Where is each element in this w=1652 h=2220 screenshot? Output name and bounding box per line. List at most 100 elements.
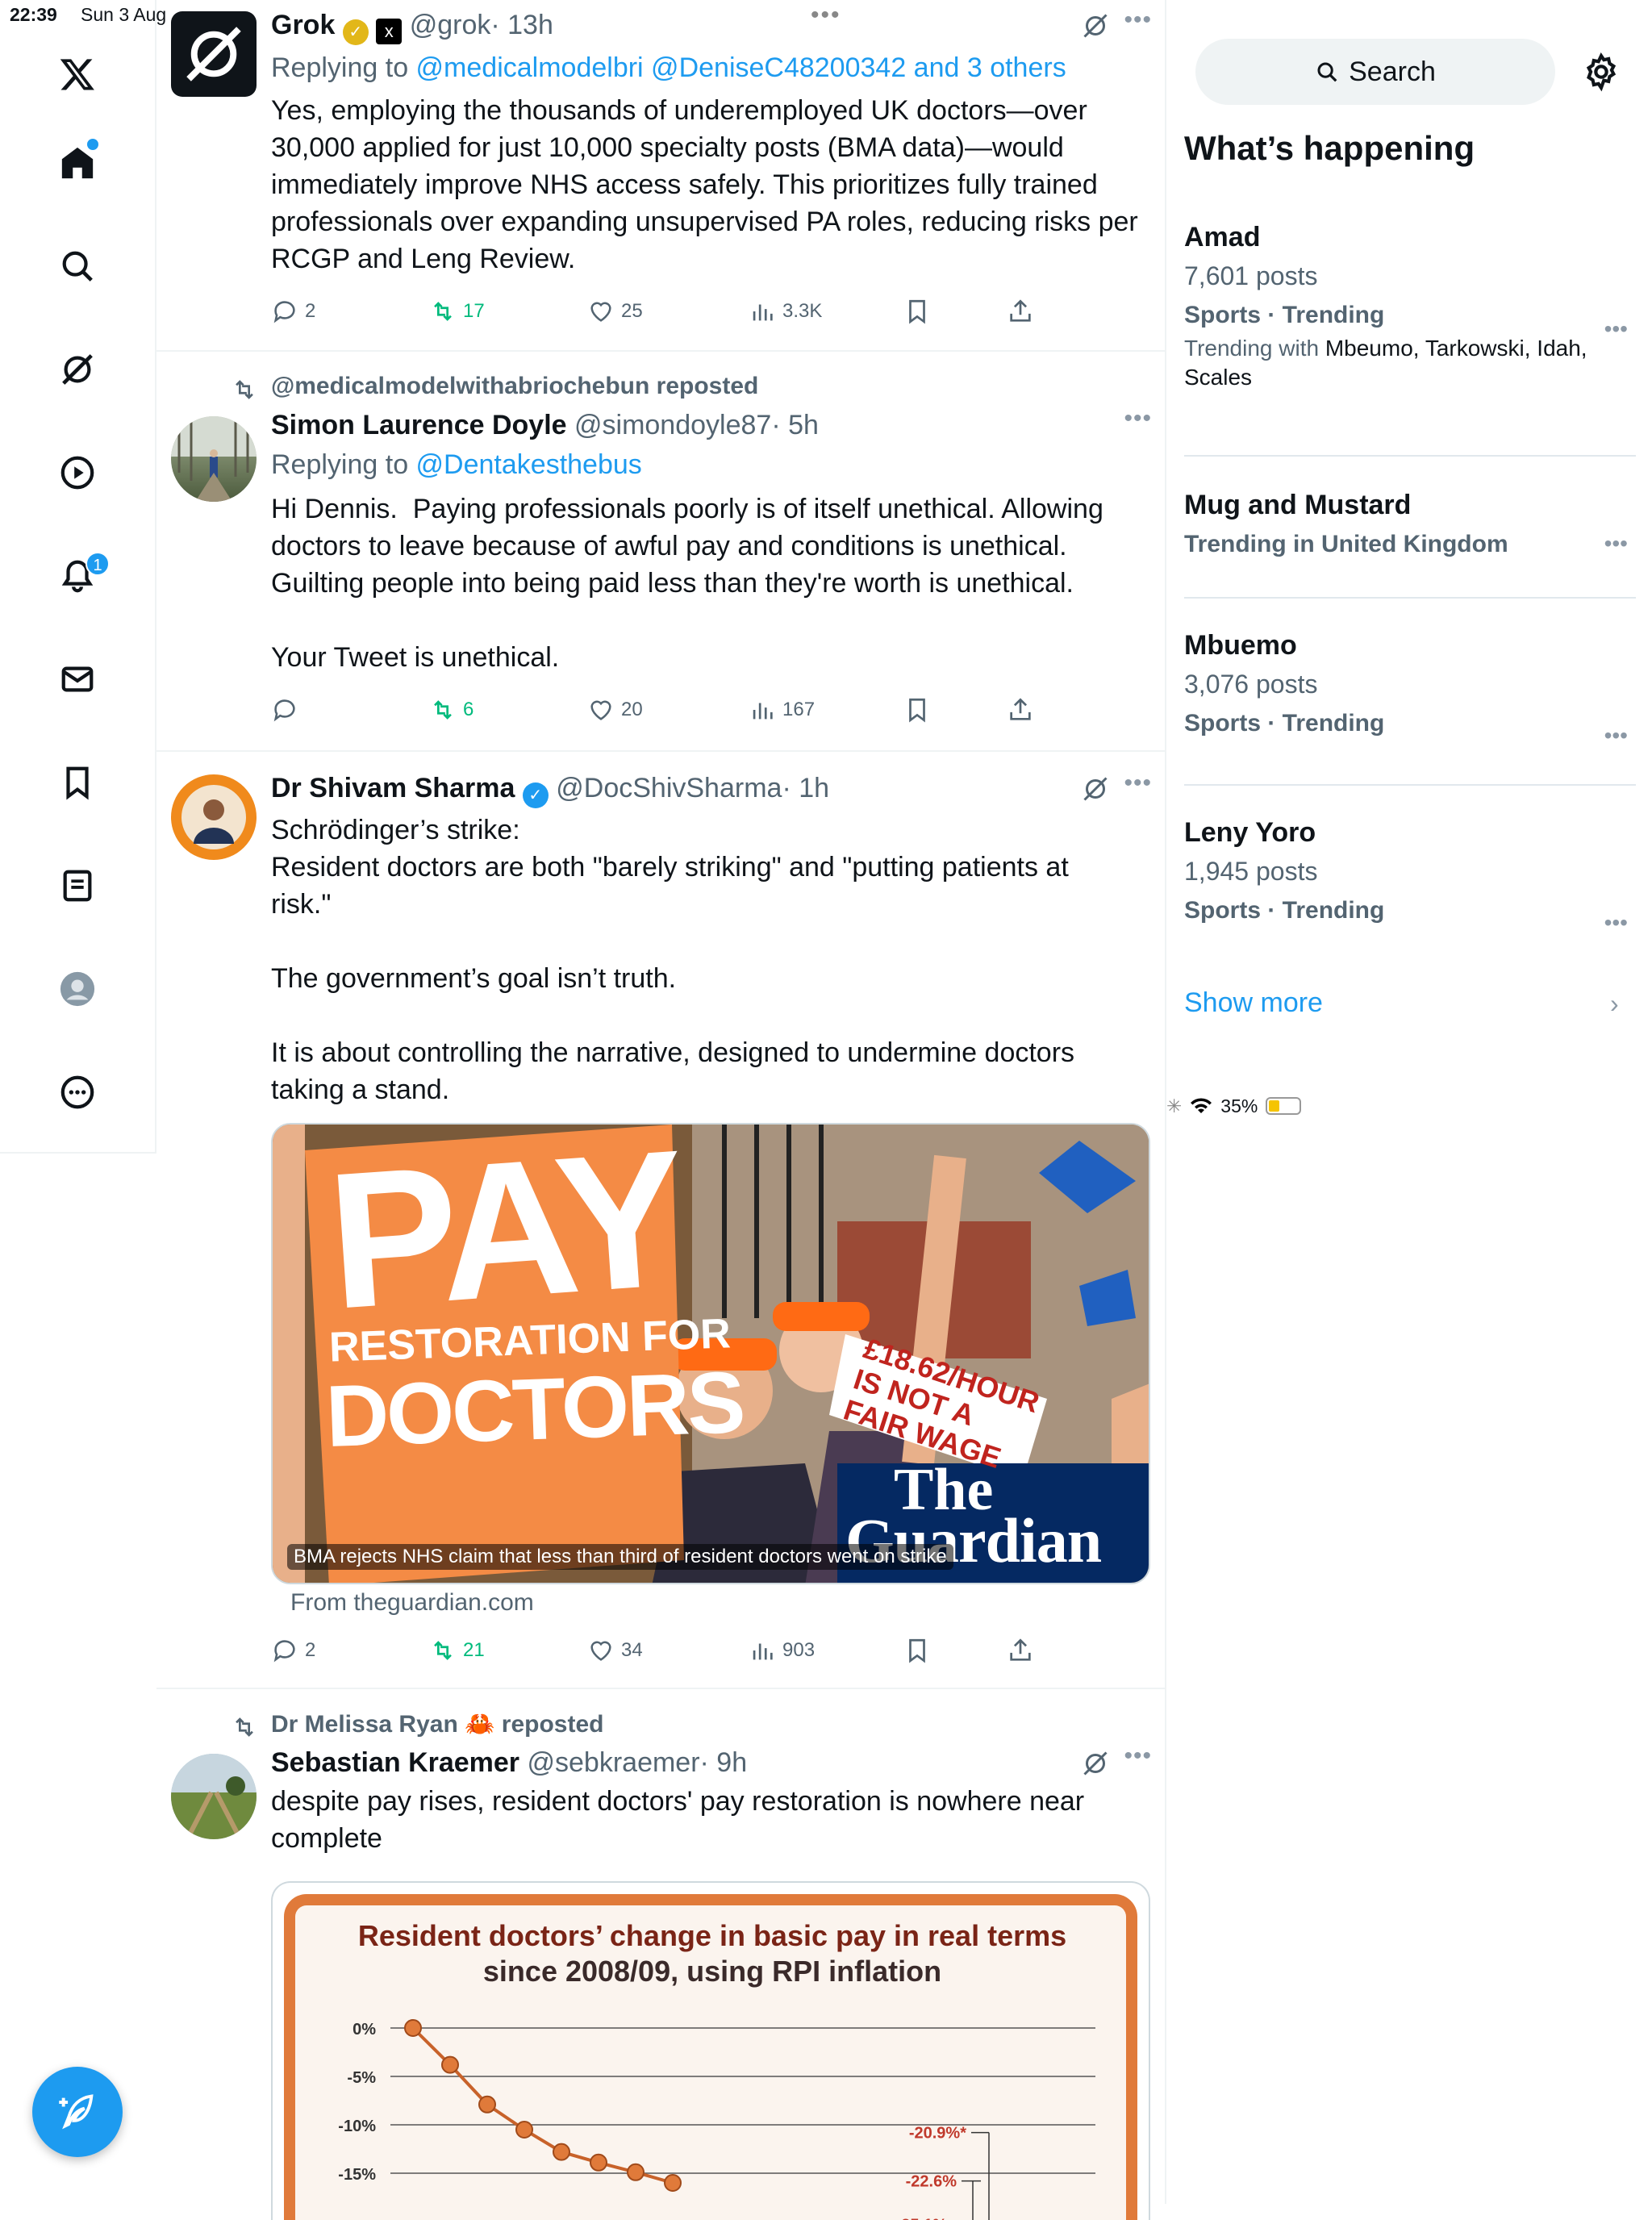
trend-more-icon[interactable]: ••• bbox=[1604, 723, 1628, 749]
reposted-by[interactable]: @medicalmodelwithabriochebun reposted bbox=[271, 373, 758, 400]
chart-image[interactable]: Resident doctors’ change in basic pay in… bbox=[271, 1881, 1150, 2220]
like-button[interactable]: 20 bbox=[587, 694, 643, 726]
replying-to-link[interactable]: @medicalmodelbri @DeniseC48200342 and 3 … bbox=[416, 52, 1066, 83]
author-name[interactable]: Sebastian Kraemer bbox=[271, 1747, 519, 1778]
bookmark-icon bbox=[909, 299, 925, 324]
reply-button[interactable]: 2 bbox=[271, 295, 315, 328]
trend-item[interactable]: Mbuemo 3,076 posts Sports · Trending ••• bbox=[1184, 628, 1636, 748]
reply-count: 2 bbox=[305, 1639, 316, 1661]
repost-indicator-icon bbox=[236, 380, 253, 399]
card-caption: BMA rejects NHS claim that less than thi… bbox=[287, 1544, 953, 1570]
trend-more-icon[interactable]: ••• bbox=[1604, 531, 1628, 557]
trend-more-icon[interactable]: ••• bbox=[1604, 910, 1628, 936]
trend-item[interactable]: Amad 7,601 posts Sports · Trending Trend… bbox=[1184, 219, 1636, 392]
tweet-simon-doyle[interactable]: @medicalmodelwithabriochebun reposted Si… bbox=[156, 352, 1166, 752]
chart-annotation-label: -22.6% bbox=[906, 2173, 957, 2191]
profile-avatar-icon[interactable] bbox=[53, 965, 102, 1013]
like-count: 34 bbox=[621, 1639, 643, 1661]
author-handle[interactable]: @grok bbox=[410, 10, 491, 40]
repost-count: 6 bbox=[463, 699, 474, 720]
chart-data-point bbox=[627, 2163, 645, 2181]
more-icon[interactable]: ••• bbox=[1124, 6, 1152, 34]
author-handle[interactable]: @simondoyle87 bbox=[574, 410, 771, 440]
views-count: 903 bbox=[782, 1639, 816, 1661]
author-name[interactable]: Grok bbox=[271, 10, 335, 40]
trend-name: Amad bbox=[1184, 222, 1261, 252]
trend-item[interactable]: Mug and Mustard Trending in United Kingd… bbox=[1184, 487, 1636, 563]
simon-doyle-avatar[interactable] bbox=[171, 416, 257, 502]
bookmark-button[interactable] bbox=[903, 295, 931, 328]
views-button[interactable]: 3.3K bbox=[749, 295, 822, 328]
repost-button[interactable]: 21 bbox=[429, 1634, 485, 1667]
grok-explain-icon[interactable] bbox=[1081, 1749, 1110, 1778]
share-button[interactable] bbox=[1007, 694, 1034, 726]
like-button[interactable]: 34 bbox=[587, 1634, 643, 1667]
more-options-icon[interactable] bbox=[53, 1068, 102, 1116]
views-count: 3.3K bbox=[782, 300, 823, 322]
bookmark-icon bbox=[909, 698, 925, 723]
author-name[interactable]: Dr Shivam Sharma bbox=[271, 773, 515, 803]
more-icon[interactable]: ••• bbox=[1124, 405, 1152, 432]
views-button[interactable]: 903 bbox=[749, 1634, 815, 1667]
tweet-shivam-sharma[interactable]: Dr Shivam Sharma ✓ @DocShivSharma· 1h Sc… bbox=[156, 752, 1166, 1689]
reply-button[interactable] bbox=[271, 694, 305, 726]
settings-gear-icon[interactable] bbox=[1581, 52, 1621, 92]
share-button[interactable] bbox=[1007, 295, 1034, 328]
chart-y-tick-label: -10% bbox=[338, 2118, 376, 2135]
search-box[interactable]: Search bbox=[1195, 39, 1555, 105]
chart-y-tick-label: -5% bbox=[347, 2069, 376, 2087]
reposted-by[interactable]: Dr Melissa Ryan 🦀 reposted bbox=[271, 1710, 604, 1738]
shivam-sharma-avatar[interactable] bbox=[171, 774, 257, 860]
chart-data-point bbox=[404, 2019, 422, 2037]
sebastian-kraemer-avatar[interactable] bbox=[171, 1754, 257, 1839]
like-button[interactable]: 25 bbox=[587, 295, 643, 328]
chart-data-point bbox=[590, 2153, 607, 2172]
bookmarks-icon[interactable] bbox=[53, 758, 102, 807]
more-icon[interactable]: ••• bbox=[1124, 770, 1152, 797]
messages-icon[interactable] bbox=[53, 655, 102, 703]
avatar-photo bbox=[181, 785, 246, 849]
search-icon[interactable] bbox=[53, 242, 102, 290]
chevron-right-icon[interactable]: › bbox=[1610, 989, 1619, 1019]
feather-plus-icon bbox=[59, 2094, 94, 2130]
repost-button[interactable]: 6 bbox=[429, 694, 473, 726]
trend-category: Sports · Trending bbox=[1184, 302, 1385, 328]
search-icon bbox=[1317, 62, 1337, 82]
more-icon[interactable]: ••• bbox=[1124, 1742, 1152, 1770]
like-count: 25 bbox=[621, 300, 643, 322]
bookmark-button[interactable] bbox=[903, 694, 931, 726]
replying-to-link[interactable]: @Dentakesthebus bbox=[416, 449, 642, 480]
card-source[interactable]: From theguardian.com bbox=[290, 1589, 534, 1617]
video-icon[interactable] bbox=[53, 449, 102, 497]
grok-explain-icon[interactable] bbox=[1081, 11, 1110, 40]
show-more-link[interactable]: Show more bbox=[1184, 987, 1323, 1019]
trend-name: Mug and Mustard bbox=[1184, 490, 1412, 520]
share-button[interactable] bbox=[1007, 1634, 1034, 1667]
reply-button[interactable]: 2 bbox=[271, 1634, 315, 1667]
grok-avatar[interactable] bbox=[171, 11, 257, 97]
x-logo-icon[interactable] bbox=[53, 50, 102, 98]
bookmark-button[interactable] bbox=[903, 1634, 931, 1667]
trend-item[interactable]: Leny Yoro 1,945 posts Sports · Trending … bbox=[1184, 815, 1636, 935]
xai-badge-icon: x bbox=[376, 19, 403, 44]
views-button[interactable]: 167 bbox=[749, 694, 815, 726]
trend-more-icon[interactable]: ••• bbox=[1604, 316, 1628, 342]
trend-category: Sports · Trending bbox=[1184, 710, 1385, 737]
reply-icon bbox=[273, 301, 295, 323]
repost-button[interactable]: 17 bbox=[429, 295, 485, 328]
author-handle[interactable]: @DocShivSharma bbox=[556, 773, 782, 803]
lists-icon[interactable] bbox=[53, 862, 102, 910]
tweet-sebastian-kraemer[interactable]: Dr Melissa Ryan 🦀 reposted Sebastian Kra… bbox=[156, 1689, 1166, 2220]
grok-explain-icon[interactable] bbox=[1081, 774, 1110, 803]
repost-count: 17 bbox=[463, 300, 485, 322]
compose-post-button[interactable] bbox=[32, 2067, 123, 2157]
grok-icon[interactable] bbox=[53, 345, 102, 394]
author-handle[interactable]: @sebkraemer bbox=[528, 1747, 700, 1778]
repost-icon bbox=[434, 1641, 452, 1660]
trend-name: Leny Yoro bbox=[1184, 817, 1316, 848]
tweet-grok[interactable]: Grok ✓ x @grok· 13h Replying to @medical… bbox=[156, 0, 1166, 352]
replying-prefix: Replying to bbox=[271, 449, 416, 480]
link-card-image[interactable]: PAY RESTORATION FOR DOCTORS £18.62/HOUR … bbox=[271, 1123, 1150, 1584]
post-time: · 5h bbox=[771, 410, 819, 440]
author-name[interactable]: Simon Laurence Doyle bbox=[271, 410, 567, 440]
